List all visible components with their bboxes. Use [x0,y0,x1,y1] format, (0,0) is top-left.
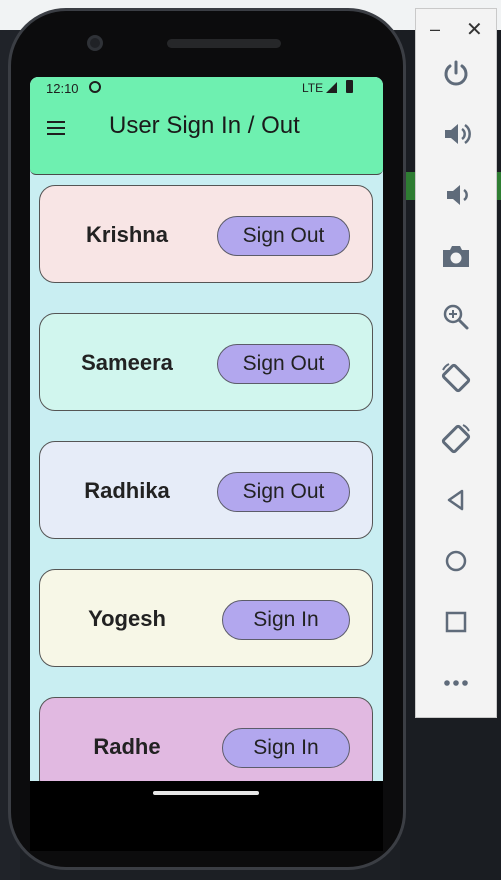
power-icon[interactable] [438,55,474,91]
signal-icon [326,82,337,93]
rotate-right-icon[interactable] [438,421,474,457]
user-name: Yogesh [88,606,166,631]
status-time: 12:10 [46,81,79,96]
back-icon[interactable] [438,482,474,518]
user-name: Sameera [81,350,173,375]
sign-out-button[interactable]: Sign Out [217,472,350,512]
home-icon[interactable] [438,543,474,579]
user-card-radhe: Radhe Sign In [39,697,373,781]
user-card-radhika: Radhika Sign Out [39,441,373,539]
app-title: User Sign In / Out [109,112,300,139]
user-card-yogesh: Yogesh Sign In [39,569,373,667]
volume-down-icon[interactable] [438,177,474,213]
app-bar: 12:10 LTE User Sign In / Out [30,77,383,175]
sign-out-button[interactable]: Sign Out [217,216,350,256]
more-icon[interactable] [438,665,474,701]
minimize-icon[interactable]: – [430,19,440,40]
rotate-left-icon[interactable] [438,360,474,396]
zoom-icon[interactable] [438,299,474,335]
user-card-sameera: Sameera Sign Out [39,313,373,411]
emulator-control-panel: – ✕ [415,8,497,718]
camera-icon[interactable] [438,238,474,274]
system-nav-bar [30,781,383,851]
home-gesture-bar[interactable] [153,791,259,795]
volume-up-icon[interactable] [438,116,474,152]
front-camera [87,35,103,51]
close-icon[interactable]: ✕ [466,17,483,42]
user-name: Krishna [86,222,168,247]
menu-icon[interactable] [47,121,65,135]
earpiece-speaker [167,39,281,48]
notification-icon [89,81,101,93]
user-card-krishna: Krishna Sign Out [39,185,373,283]
user-name: Radhika [84,478,170,503]
sign-in-button[interactable]: Sign In [222,728,350,768]
battery-icon [346,80,353,93]
phone-screen: 12:10 LTE User Sign In / Out Krishna Sig… [30,77,383,781]
sign-out-button[interactable]: Sign Out [217,344,350,384]
sign-in-button[interactable]: Sign In [222,600,350,640]
network-type: LTE [302,81,324,95]
overview-icon[interactable] [438,604,474,640]
user-name: Radhe [93,734,161,759]
